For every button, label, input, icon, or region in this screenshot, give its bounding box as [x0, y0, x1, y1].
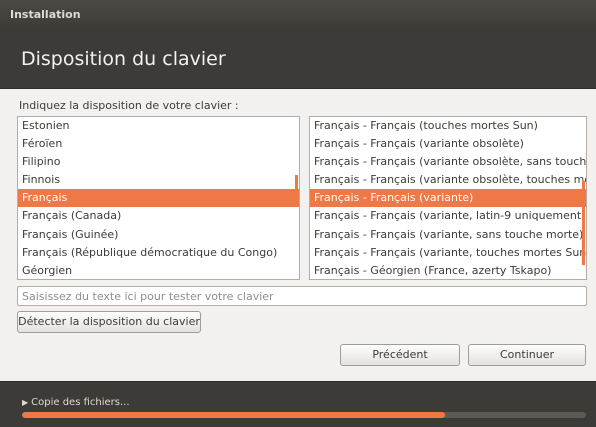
continue-button[interactable]: Continuer: [468, 344, 586, 366]
layout-list-item[interactable]: Géorgien: [18, 262, 299, 279]
variant-list-item[interactable]: Français - Français (variante obsolète, …: [310, 171, 586, 189]
variant-list-item[interactable]: Français - Français (variante, latin-9 u…: [310, 207, 586, 225]
window-titlebar: Installation: [0, 0, 596, 30]
variant-list-item[interactable]: Français - Français (touches mortes Sun): [310, 117, 586, 135]
variant-list-item[interactable]: Français - Français (variante): [310, 189, 586, 208]
layout-list-item[interactable]: Français (Canada): [18, 207, 299, 225]
variant-list-item[interactable]: Français - Français (variante obsolète): [310, 135, 586, 153]
install-progress-bar: [22, 412, 586, 418]
layout-list-item[interactable]: Féroïen: [18, 135, 299, 153]
variant-list-scrollbar[interactable]: [582, 181, 585, 265]
keyboard-layout-list[interactable]: Estonien Féroïen Filipino Finnois Français Fr…: [17, 116, 300, 280]
install-status[interactable]: ▶ Copie des fichiers...: [22, 397, 130, 408]
install-status-text: Copie des fichiers...: [31, 397, 130, 408]
expander-triangle-icon[interactable]: ▶: [22, 398, 28, 407]
page-header: Disposition du clavier: [0, 30, 596, 88]
layout-list-scrollbar[interactable]: [295, 175, 298, 203]
header-divider: [0, 88, 596, 89]
layout-list-item[interactable]: Français (Guinée): [18, 226, 299, 244]
layout-list-item[interactable]: Finnois: [18, 171, 299, 189]
layout-list-item[interactable]: Estonien: [18, 117, 299, 135]
keyboard-variant-list[interactable]: Français - Français (touches mortes Sun)…: [309, 116, 587, 280]
layout-prompt-label: Indiquez la disposition de votre clavier…: [19, 99, 239, 112]
footer-divider: [0, 381, 596, 382]
keyboard-test-input[interactable]: [17, 286, 587, 306]
variant-list-item[interactable]: Français - Français (variante obsolète, …: [310, 153, 586, 171]
layout-list-item[interactable]: Français (République démocratique du Con…: [18, 244, 299, 262]
variant-list-item[interactable]: Français - Français (variante, touches m…: [310, 244, 586, 262]
window-title: Installation: [10, 8, 81, 21]
install-progress-fill: [22, 412, 445, 418]
variant-list-item[interactable]: Français - Géorgien (France, azerty Tska…: [310, 262, 586, 279]
page-title: Disposition du clavier: [21, 48, 226, 70]
variant-list-item[interactable]: Français - Français (variante, sans touc…: [310, 226, 586, 244]
previous-button[interactable]: Précédent: [340, 344, 460, 366]
detect-layout-button[interactable]: Détecter la disposition du clavier: [17, 311, 201, 333]
layout-list-item[interactable]: Filipino: [18, 153, 299, 171]
layout-list-item[interactable]: Français: [18, 189, 299, 208]
